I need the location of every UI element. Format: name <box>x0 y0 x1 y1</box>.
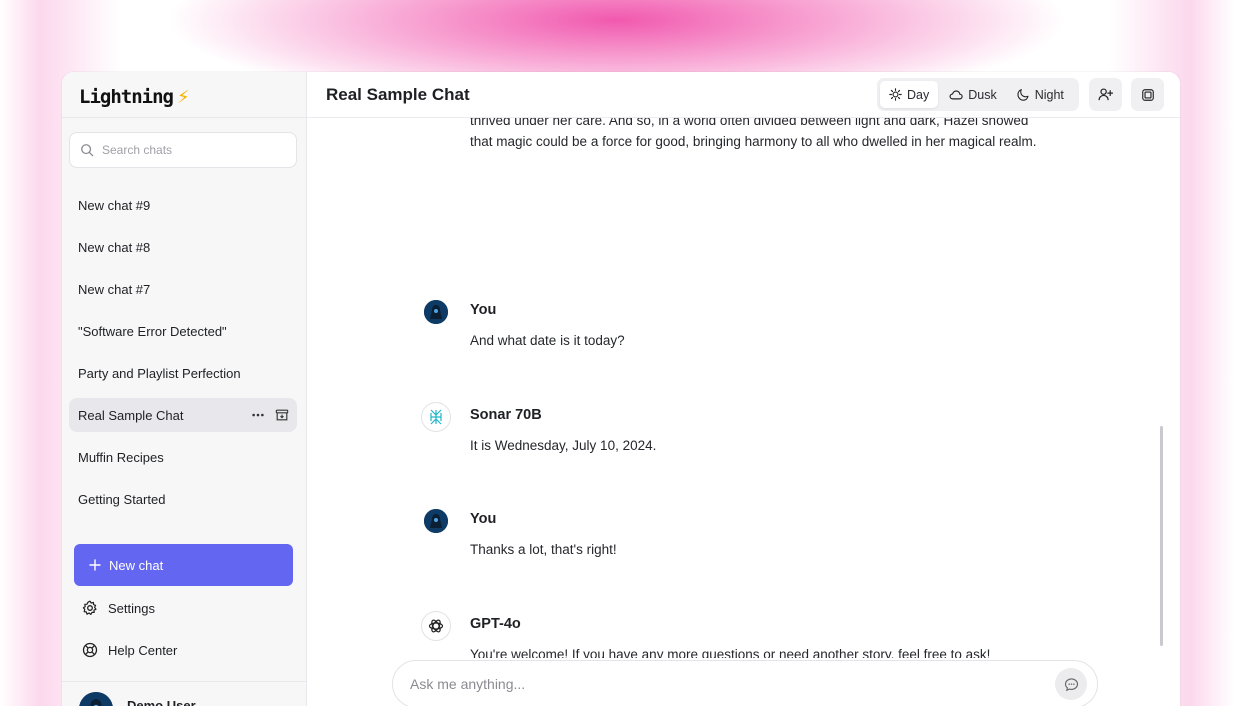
sun-icon <box>889 88 902 101</box>
cloud-icon <box>949 88 963 101</box>
message-text: It is Wednesday, July 10, 2024. <box>470 438 657 453</box>
message-author: GPT-4o <box>470 616 521 632</box>
message-input[interactable] <box>410 676 1055 692</box>
chat-item-label: "Software Error Detected" <box>78 323 227 339</box>
page-title: Real Sample Chat <box>326 85 470 104</box>
message-list: thrived under her care. And so, in a wor… <box>307 118 1180 658</box>
scrollbar[interactable] <box>1160 426 1163 646</box>
theme-day-label: Day <box>907 87 930 102</box>
message-text: And what date is it today? <box>470 333 625 348</box>
message-author: You <box>470 302 497 318</box>
chat-item[interactable]: Party and Playlist Perfection <box>69 356 297 390</box>
message-text: You're welcome! If you have any more que… <box>470 647 991 658</box>
avatar <box>79 692 113 706</box>
search-input[interactable] <box>102 143 282 157</box>
sidebar: Lightning ⚡ New chat #9 New chat #8 New … <box>62 72 307 706</box>
chat-item-label: Real Sample Chat <box>78 407 184 423</box>
theme-day-button[interactable]: Day <box>880 81 939 108</box>
chat-main: Real Sample Chat Day Dusk Night thrived … <box>307 72 1180 706</box>
search-box[interactable] <box>69 132 297 168</box>
user-avatar-icon <box>424 509 448 533</box>
sidebar-divider <box>62 117 307 118</box>
user-avatar-icon <box>424 300 448 324</box>
panel-icon <box>1141 88 1155 102</box>
layout-toggle-button[interactable] <box>1131 78 1164 111</box>
search-icon <box>80 143 94 157</box>
lightning-icon: ⚡ <box>176 86 190 107</box>
archive-icon[interactable] <box>275 408 289 422</box>
brand-name: Lightning <box>79 86 174 108</box>
theme-dusk-button[interactable]: Dusk <box>940 81 1005 108</box>
chat-list: New chat #9 New chat #8 New chat #7 "Sof… <box>69 188 297 524</box>
chat-item[interactable]: New chat #9 <box>69 188 297 222</box>
brand-logo: Lightning ⚡ <box>79 84 190 110</box>
send-button[interactable] <box>1055 668 1087 700</box>
new-chat-label: New chat <box>109 557 164 573</box>
top-bar: Real Sample Chat Day Dusk Night <box>307 72 1180 118</box>
chat-item[interactable]: Muffin Recipes <box>69 440 297 474</box>
chat-item-actions <box>251 408 289 422</box>
message-author: Sonar 70B <box>470 407 542 423</box>
composer <box>392 660 1098 706</box>
settings-link[interactable]: Settings <box>82 596 155 620</box>
chat-item[interactable]: Getting Started <box>69 482 297 516</box>
plus-icon <box>89 559 101 571</box>
chat-bubble-icon <box>1064 677 1079 692</box>
user-profile[interactable]: Demo User <box>79 692 196 706</box>
theme-night-label: Night <box>1034 87 1064 102</box>
message-text: Thanks a lot, that's right! <box>470 542 617 557</box>
theme-night-button[interactable]: Night <box>1008 81 1073 108</box>
new-chat-button[interactable]: New chat <box>74 544 293 586</box>
chat-item-label: New chat #8 <box>78 239 151 255</box>
help-center-label: Help Center <box>108 642 178 658</box>
chat-item-label: Muffin Recipes <box>78 449 164 465</box>
chat-item[interactable]: New chat #7 <box>69 272 297 306</box>
message-text: thrived under her care. And so, in a wor… <box>470 118 1037 149</box>
help-center-link[interactable]: Help Center <box>82 638 177 662</box>
chat-item-label: New chat #7 <box>78 281 151 297</box>
lifebuoy-icon <box>82 642 98 658</box>
chat-item-label: New chat #9 <box>78 197 151 213</box>
openai-logo-icon <box>421 611 451 641</box>
theme-switcher: Day Dusk Night <box>877 78 1079 111</box>
chat-item-label: Getting Started <box>78 491 166 507</box>
sonar-logo-icon <box>421 402 451 432</box>
theme-dusk-label: Dusk <box>968 87 997 102</box>
chat-item[interactable]: New chat #8 <box>69 230 297 264</box>
user-name: Demo User <box>127 697 196 706</box>
chat-item-label: Party and Playlist Perfection <box>78 365 241 381</box>
message-author: You <box>470 511 497 527</box>
chat-item-active[interactable]: Real Sample Chat <box>69 398 297 432</box>
more-options-icon[interactable] <box>251 408 265 422</box>
gear-icon <box>82 600 98 616</box>
app-window: Lightning ⚡ New chat #9 New chat #8 New … <box>62 72 1180 706</box>
invite-user-button[interactable] <box>1089 78 1122 111</box>
chat-item[interactable]: "Software Error Detected" <box>69 314 297 348</box>
settings-label: Settings <box>108 600 155 616</box>
add-user-icon <box>1098 87 1113 102</box>
sidebar-bottom-divider <box>62 681 307 682</box>
moon-icon <box>1017 88 1030 101</box>
